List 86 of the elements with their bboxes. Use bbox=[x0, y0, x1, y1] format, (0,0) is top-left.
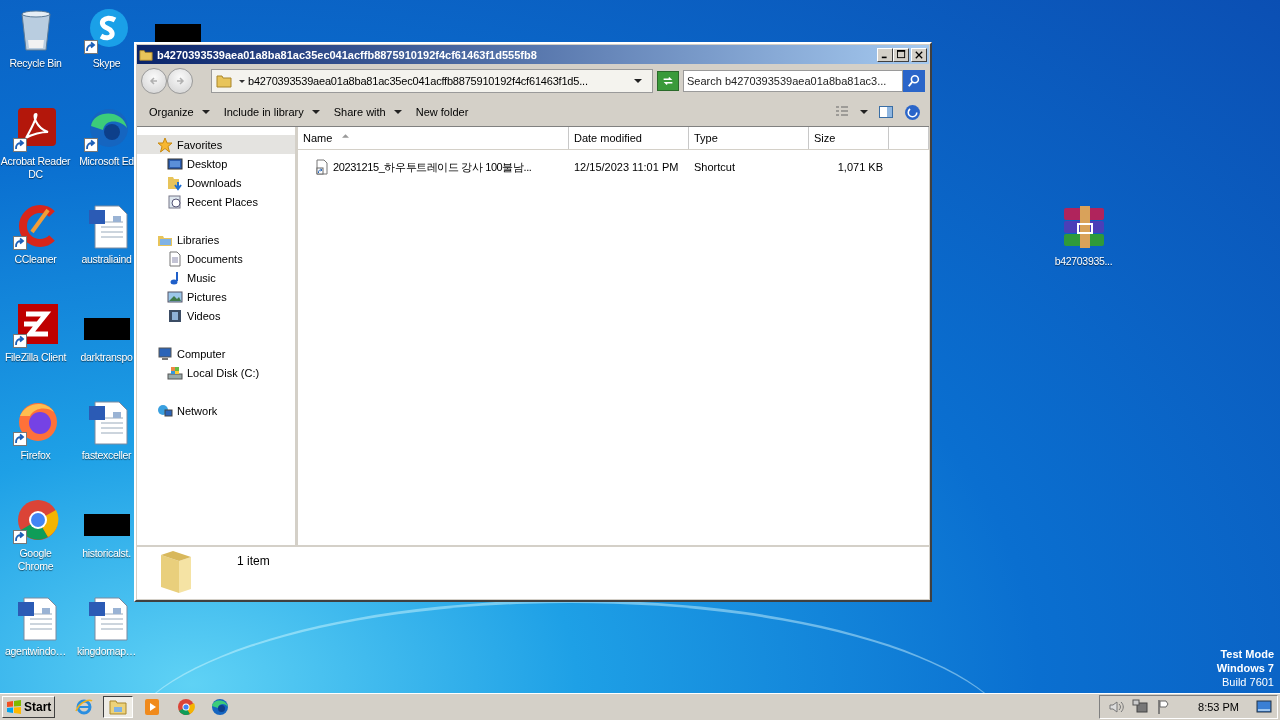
redaction-bar bbox=[83, 318, 130, 340]
desktop-icon-label: b42703935... bbox=[1053, 255, 1114, 268]
disk-icon bbox=[167, 364, 183, 381]
refresh-icon bbox=[661, 74, 675, 88]
film-icon bbox=[167, 307, 183, 324]
maximize-button[interactable] bbox=[893, 47, 909, 62]
toolbar-button[interactable]: Share with bbox=[327, 103, 408, 121]
document-icon bbox=[167, 250, 183, 267]
nav-item[interactable]: Network bbox=[137, 401, 295, 420]
toolbar-button[interactable]: Organize bbox=[143, 103, 216, 121]
network-icon[interactable] bbox=[1132, 699, 1149, 715]
desktop-icon-label: Acrobat Reader DC bbox=[0, 155, 71, 181]
address-bar[interactable]: b4270393539aea01a8ba81ac35ec041acffb8875910192f4cf61463f1d5... bbox=[211, 69, 653, 93]
desktop-icon-label: Microsoft Ed bbox=[78, 155, 135, 168]
start-button[interactable]: Start bbox=[2, 696, 56, 718]
close-button[interactable] bbox=[911, 47, 927, 62]
windows-logo-icon bbox=[6, 699, 22, 715]
desktop-icon-label: fastexceller bbox=[80, 449, 133, 462]
nav-item[interactable]: Recent Places bbox=[137, 192, 295, 211]
file-name-cell[interactable]: 20231215_하우투트레이드 강사 100불남... bbox=[298, 157, 569, 177]
nav-item[interactable]: Music bbox=[137, 268, 295, 287]
network-icon bbox=[157, 402, 173, 419]
nav-item[interactable]: Desktop bbox=[137, 154, 295, 173]
desktop-icon-label: Skype bbox=[91, 57, 122, 70]
desktop-icon-label: darktranspo bbox=[79, 351, 134, 364]
desktop-icon-label: FileZilla Client bbox=[3, 351, 68, 364]
test-mode-text: Test Mode bbox=[1220, 647, 1274, 661]
search-icon bbox=[907, 74, 921, 88]
star-icon bbox=[157, 136, 173, 153]
chevron-icon[interactable] bbox=[238, 77, 246, 85]
nav-item[interactable]: Pictures bbox=[137, 287, 295, 306]
caret-icon bbox=[860, 108, 868, 116]
nav-item[interactable]: Computer bbox=[137, 344, 295, 363]
nav-item[interactable]: Documents bbox=[137, 249, 295, 268]
search-button[interactable] bbox=[903, 70, 925, 92]
picture-icon bbox=[167, 288, 183, 305]
address-path: b4270393539aea01a8ba81ac35ec041acffb8875910192f4cf61463f1d5... bbox=[248, 75, 588, 87]
forward-arrow-icon bbox=[174, 75, 186, 87]
nav-item[interactable]: Local Disk (C:) bbox=[137, 363, 295, 382]
toolbar-button[interactable]: New folder bbox=[409, 103, 475, 121]
desktop-icon-label: australiaind bbox=[80, 253, 133, 266]
caret-icon bbox=[393, 108, 402, 116]
desktop-icon bbox=[167, 155, 183, 172]
shortcut-file-icon bbox=[314, 159, 330, 175]
desktop-icon-label: CCleaner bbox=[13, 253, 58, 266]
refresh-button[interactable] bbox=[657, 71, 679, 91]
folder-icon bbox=[108, 697, 129, 717]
folder-icon bbox=[216, 73, 232, 89]
desktop-icon-label: Google Chrome bbox=[16, 547, 55, 573]
desktop-icon-label: Recycle Bin bbox=[8, 57, 63, 70]
search-field[interactable]: Search b4270393539aea01a8ba81ac3... bbox=[683, 70, 903, 92]
caret-icon bbox=[311, 108, 320, 116]
close-icon bbox=[915, 50, 923, 59]
folder-icon bbox=[139, 47, 153, 62]
minimize-button[interactable] bbox=[877, 47, 893, 62]
computer-icon bbox=[157, 345, 173, 362]
desktop-icon-label: historicalst. bbox=[81, 547, 132, 560]
date-cell-text: 12/15/2023 11:01 PM bbox=[573, 160, 680, 175]
desktop-icon-label: agentwindo… bbox=[4, 645, 67, 658]
downloads-icon bbox=[167, 174, 183, 191]
redaction-bar bbox=[83, 514, 130, 536]
desktop-icon-label: Firefox bbox=[19, 449, 52, 462]
speaker-icon[interactable] bbox=[1108, 699, 1125, 715]
desktop-icon-label: kingdomap… bbox=[76, 645, 137, 658]
window-title: b4270393539aea01a8ba81ac35ec041acffb8875910192f4cf61463f1d555fb8 bbox=[157, 48, 538, 61]
chrome-icon bbox=[176, 697, 197, 717]
size-cell-text: 1,071 KB bbox=[836, 160, 884, 175]
caret-icon bbox=[201, 108, 210, 116]
back-arrow-icon bbox=[148, 75, 160, 87]
item-count: 1 item bbox=[237, 554, 270, 568]
test-mode-text: Build 7601 bbox=[1222, 675, 1274, 689]
type-cell-text: Shortcut bbox=[693, 160, 736, 175]
clock[interactable]: 8:53 PM bbox=[1198, 701, 1239, 713]
test-mode-text: Windows 7 bbox=[1216, 661, 1274, 675]
nav-item[interactable]: Downloads bbox=[137, 173, 295, 192]
nav-item[interactable]: Libraries bbox=[137, 230, 295, 249]
maximize-icon bbox=[896, 50, 906, 59]
toolbar-button[interactable]: Include in library bbox=[217, 103, 326, 121]
caret-icon[interactable] bbox=[634, 77, 642, 85]
edge-icon bbox=[210, 697, 231, 717]
nav-item[interactable]: Favorites bbox=[137, 135, 295, 154]
taskbar-app-button[interactable] bbox=[103, 696, 134, 718]
nav-item[interactable]: Videos bbox=[137, 306, 295, 325]
preview-pane-icon bbox=[878, 104, 894, 120]
ie-icon bbox=[74, 697, 95, 717]
show-desktop-icon[interactable] bbox=[1255, 699, 1273, 715]
